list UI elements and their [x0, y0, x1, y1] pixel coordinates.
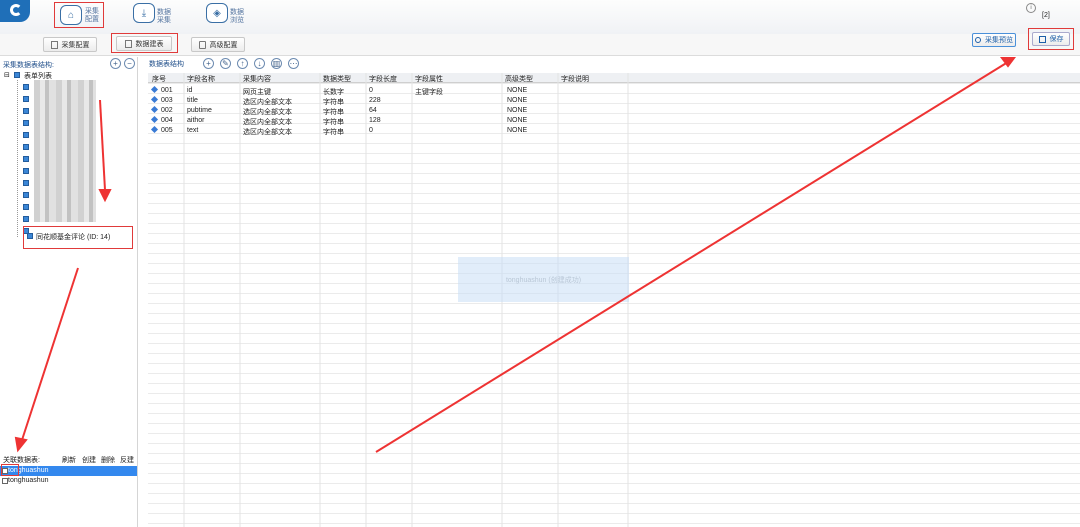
arrow-head — [14, 436, 28, 453]
arrow-head — [98, 189, 112, 203]
arrow-line — [99, 99, 106, 191]
arrow-line — [21, 267, 79, 441]
arrow-line — [375, 61, 1009, 453]
annotation-arrows — [14, 57, 1016, 453]
